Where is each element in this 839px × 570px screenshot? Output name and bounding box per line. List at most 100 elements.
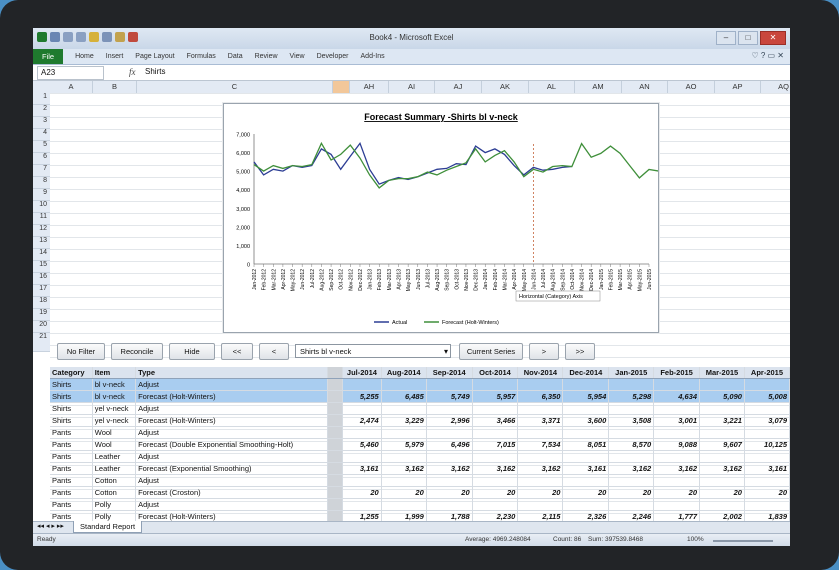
table-cell[interactable] bbox=[426, 426, 473, 439]
table-cell[interactable]: Polly bbox=[92, 498, 137, 511]
table-cell[interactable]: Pants bbox=[50, 498, 93, 511]
table-cell[interactable]: 5,460 bbox=[342, 438, 382, 451]
sheet-nav-arrows[interactable]: ◂◂ ◂ ▸ ▸▸ bbox=[37, 522, 64, 530]
row-header[interactable]: 4 bbox=[33, 129, 50, 141]
row-header[interactable]: 11 bbox=[33, 213, 50, 225]
column-header[interactable]: AL bbox=[529, 81, 575, 93]
table-cell[interactable]: 3,229 bbox=[381, 414, 427, 427]
table-cell[interactable]: 3,162 bbox=[426, 462, 473, 475]
row-header[interactable]: 17 bbox=[33, 285, 50, 297]
table-cell[interactable]: 5,979 bbox=[381, 438, 427, 451]
zoom-slider[interactable] bbox=[713, 540, 773, 542]
table-cell[interactable] bbox=[426, 498, 473, 511]
table-cell[interactable]: Pants bbox=[50, 462, 93, 475]
table-cell[interactable] bbox=[472, 402, 519, 415]
table-cell[interactable]: Forecast (Holt-Winters) bbox=[135, 390, 328, 403]
table-cell[interactable] bbox=[608, 474, 655, 487]
row-header[interactable]: 14 bbox=[33, 249, 50, 261]
table-cell[interactable] bbox=[608, 498, 655, 511]
table-cell[interactable] bbox=[342, 378, 382, 391]
table-cell[interactable] bbox=[381, 450, 427, 463]
status-zoom[interactable]: 100% bbox=[687, 536, 704, 543]
table-cell[interactable]: 10,125 bbox=[744, 438, 790, 451]
table-cell[interactable]: 2,474 bbox=[342, 414, 382, 427]
table-cell[interactable] bbox=[342, 474, 382, 487]
header-cell[interactable]: Type bbox=[135, 367, 328, 379]
header-cell[interactable]: Apr-2015 bbox=[744, 367, 790, 379]
table-cell[interactable]: 9,088 bbox=[653, 438, 700, 451]
table-cell[interactable]: 20 bbox=[381, 486, 427, 499]
row-header[interactable]: 9 bbox=[33, 189, 50, 201]
table-cell[interactable]: 5,008 bbox=[744, 390, 790, 403]
tab-add-ins[interactable]: Add-Ins bbox=[355, 53, 391, 60]
table-cell[interactable]: bl v-neck bbox=[92, 378, 137, 391]
table-cell[interactable] bbox=[472, 450, 519, 463]
tab-page-layout[interactable]: Page Layout bbox=[129, 53, 180, 60]
table-cell[interactable]: Shirts bbox=[50, 390, 93, 403]
formula-input[interactable]: Shirts bbox=[145, 66, 165, 78]
hide-button[interactable]: Hide bbox=[169, 343, 215, 360]
table-cell[interactable] bbox=[562, 498, 610, 511]
table-cell[interactable] bbox=[426, 378, 473, 391]
table-cell[interactable]: 3,001 bbox=[653, 414, 700, 427]
table-cell[interactable]: Forecast (Holt-Winters) bbox=[135, 414, 328, 427]
table-cell[interactable]: 3,079 bbox=[744, 414, 790, 427]
table-cell[interactable]: Adjust bbox=[135, 426, 328, 439]
table-cell[interactable] bbox=[653, 498, 700, 511]
function-icon[interactable]: fx bbox=[129, 67, 136, 77]
table-cell[interactable] bbox=[381, 498, 427, 511]
table-cell[interactable]: 6,496 bbox=[426, 438, 473, 451]
table-cell[interactable] bbox=[562, 474, 610, 487]
last-button[interactable]: >> bbox=[565, 343, 595, 360]
table-cell[interactable]: 20 bbox=[699, 486, 745, 499]
table-cell[interactable] bbox=[653, 426, 700, 439]
table-cell[interactable] bbox=[426, 474, 473, 487]
column-header[interactable]: AO bbox=[668, 81, 715, 93]
table-cell[interactable]: 5,255 bbox=[342, 390, 382, 403]
table-cell[interactable]: 20 bbox=[562, 486, 610, 499]
sheet-tab-standard-report[interactable]: Standard Report bbox=[73, 521, 143, 533]
table-cell[interactable]: 5,954 bbox=[562, 390, 610, 403]
table-cell[interactable] bbox=[342, 402, 382, 415]
row-header[interactable]: 13 bbox=[33, 237, 50, 249]
tab-review[interactable]: Review bbox=[249, 53, 284, 60]
table-cell[interactable] bbox=[472, 474, 519, 487]
table-cell[interactable]: 3,371 bbox=[517, 414, 564, 427]
header-cell[interactable]: Jul-2014 bbox=[342, 367, 382, 379]
header-cell[interactable]: Dec-2014 bbox=[562, 367, 610, 379]
table-cell[interactable]: 6,485 bbox=[381, 390, 427, 403]
table-cell[interactable]: Adjust bbox=[135, 402, 328, 415]
table-cell[interactable] bbox=[517, 498, 564, 511]
header-cell[interactable]: Category bbox=[50, 367, 93, 379]
table-cell[interactable] bbox=[744, 426, 790, 439]
table-cell[interactable]: 3,162 bbox=[472, 462, 519, 475]
header-cell[interactable]: Item bbox=[92, 367, 137, 379]
table-cell[interactable] bbox=[517, 426, 564, 439]
table-cell[interactable] bbox=[699, 402, 745, 415]
tab-home[interactable]: Home bbox=[69, 53, 100, 60]
table-cell[interactable]: Leather bbox=[92, 450, 137, 463]
column-header[interactable]: AN bbox=[622, 81, 668, 93]
table-cell[interactable]: 5,957 bbox=[472, 390, 519, 403]
row-header[interactable]: 1 bbox=[33, 93, 50, 105]
table-cell[interactable]: Cotton bbox=[92, 474, 137, 487]
table-cell[interactable]: 20 bbox=[608, 486, 655, 499]
table-cell[interactable]: yel v-neck bbox=[92, 402, 137, 415]
table-cell[interactable]: Adjust bbox=[135, 378, 328, 391]
table-cell[interactable]: 3,508 bbox=[608, 414, 655, 427]
table-cell[interactable]: 7,015 bbox=[472, 438, 519, 451]
column-header[interactable]: AJ bbox=[435, 81, 482, 93]
table-cell[interactable] bbox=[608, 378, 655, 391]
header-cell[interactable]: Jan-2015 bbox=[608, 367, 655, 379]
header-cell[interactable]: Feb-2015 bbox=[653, 367, 700, 379]
table-cell[interactable]: Adjust bbox=[135, 498, 328, 511]
table-cell[interactable] bbox=[381, 378, 427, 391]
row-header[interactable]: 19 bbox=[33, 309, 50, 321]
table-cell[interactable] bbox=[744, 498, 790, 511]
table-cell[interactable]: 3,162 bbox=[381, 462, 427, 475]
table-cell[interactable]: Pants bbox=[50, 486, 93, 499]
row-header[interactable]: 20 bbox=[33, 321, 50, 333]
header-cell[interactable]: Sep-2014 bbox=[426, 367, 473, 379]
table-cell[interactable] bbox=[342, 426, 382, 439]
row-header[interactable]: 21 bbox=[33, 333, 50, 352]
